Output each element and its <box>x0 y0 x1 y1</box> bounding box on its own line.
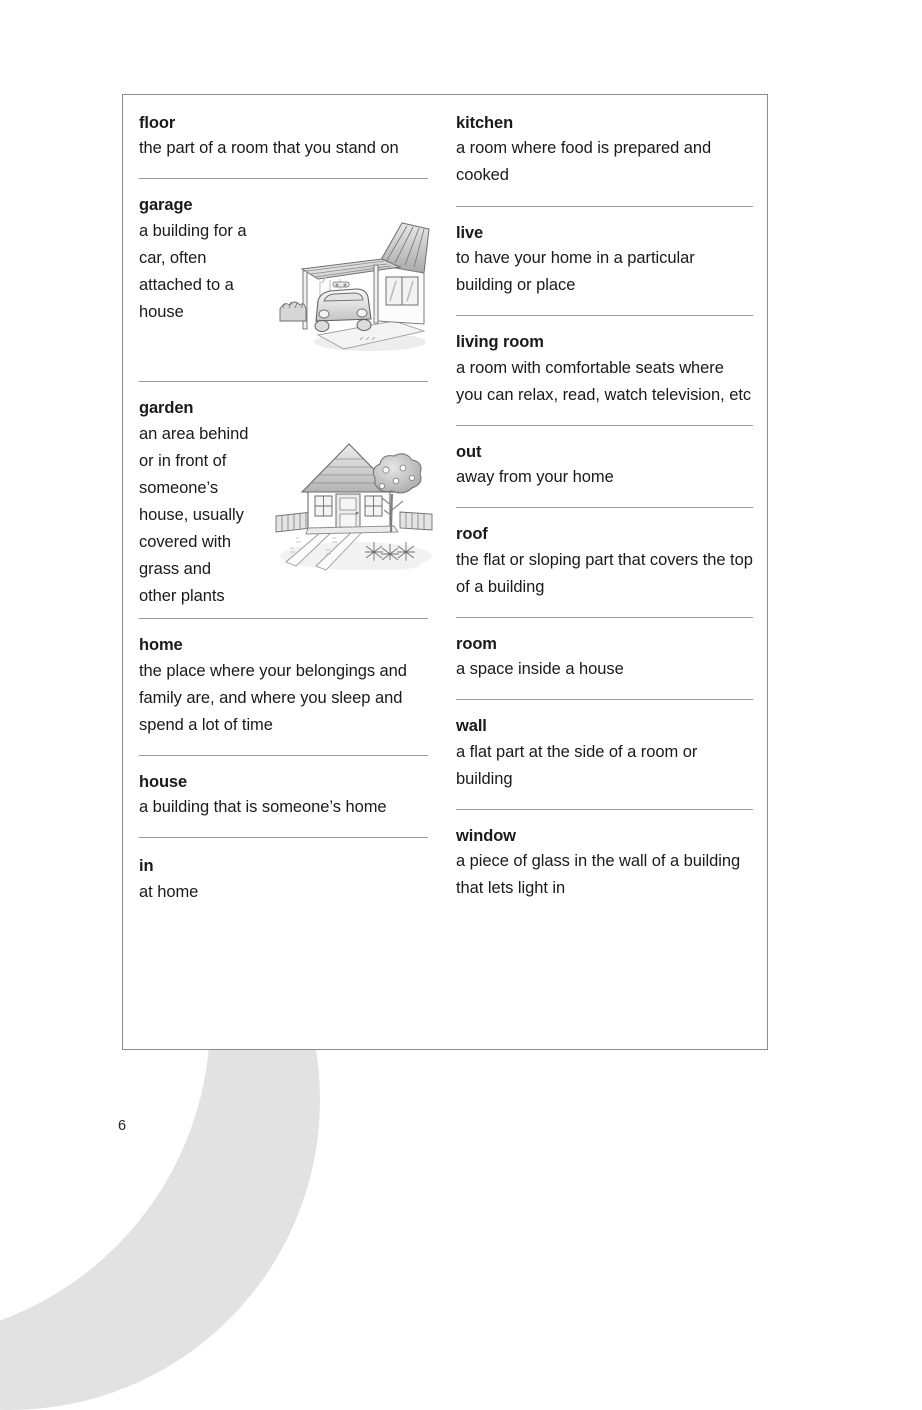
entry-window: window a piece of glass in the wall of a… <box>456 826 753 903</box>
entry-floor: floor the part of a room that you stand … <box>139 113 428 162</box>
entry-living-room: living room a room with comfortable seat… <box>456 332 753 409</box>
entry-kitchen: kitchen a room where food is prepared an… <box>456 113 753 190</box>
definition-kitchen: a room where food is prepared and cooked <box>456 139 712 185</box>
headword-room: room <box>456 634 497 653</box>
headword-floor: floor <box>139 114 176 132</box>
glossary-frame: floor the part of a room that you stand … <box>122 94 768 1050</box>
garage-carport-with-car-illustration <box>274 209 434 359</box>
entry-roof: roof the flat or sloping part that cover… <box>456 524 753 601</box>
page-number: 6 <box>118 1118 127 1134</box>
definition-wall: a flat part at the side of a room or bui… <box>456 742 698 788</box>
headword-in: in <box>139 857 154 876</box>
headword-home: home <box>139 636 183 655</box>
definition-living-room: a room with comfortable seats where you … <box>456 358 752 404</box>
entry-live: live to have your home in a particular b… <box>456 223 753 300</box>
entry-garden: garden an area behind or in front of som… <box>139 398 433 610</box>
definition-floor: the part of a room that you stand on <box>139 139 399 158</box>
entry-in: in at home <box>139 856 428 905</box>
glossary-columns: floor the part of a room that you stand … <box>123 95 767 1049</box>
definition-house: a building that is someone’s home <box>139 798 387 817</box>
headword-live: live <box>456 223 484 242</box>
headword-wall: wall <box>456 717 487 736</box>
headword-roof: roof <box>456 525 488 544</box>
headword-window: window <box>456 826 516 845</box>
left-column: floor the part of a room that you stand … <box>123 95 440 1049</box>
entry-garage: garage a building for a car, often attac… <box>139 195 430 367</box>
headword-out: out <box>456 442 482 461</box>
definition-out: away from your home <box>456 468 614 487</box>
entry-wall: wall a flat part at the side of a room o… <box>456 716 753 793</box>
entry-home: home the place where your belongings and… <box>139 635 428 739</box>
definition-roof: the flat or sloping part that covers the… <box>456 550 753 596</box>
definition-garden: an area behind or in front of someone’s … <box>139 424 249 606</box>
headword-garden: garden <box>139 399 194 418</box>
definition-in: at home <box>139 882 199 901</box>
entry-house: house a building that is someone’s home <box>139 772 428 821</box>
entry-out: out away from your home <box>456 442 753 491</box>
headword-kitchen: kitchen <box>456 114 514 132</box>
entry-room: room a space inside a house <box>456 634 753 683</box>
headword-house: house <box>139 772 188 791</box>
headword-living-room: living room <box>456 333 544 352</box>
definition-window: a piece of glass in the wall of a buildi… <box>456 852 741 898</box>
right-column: kitchen a room where food is prepared an… <box>440 95 767 1049</box>
definition-live: to have your home in a particular buildi… <box>456 248 695 295</box>
definition-home: the place where your belongings and fami… <box>139 661 407 734</box>
house-with-garden-tree-and-fence-illustration <box>272 434 438 574</box>
definition-room: a space inside a house <box>456 660 624 679</box>
definition-garage: a building for a car, often attached to … <box>139 221 247 322</box>
